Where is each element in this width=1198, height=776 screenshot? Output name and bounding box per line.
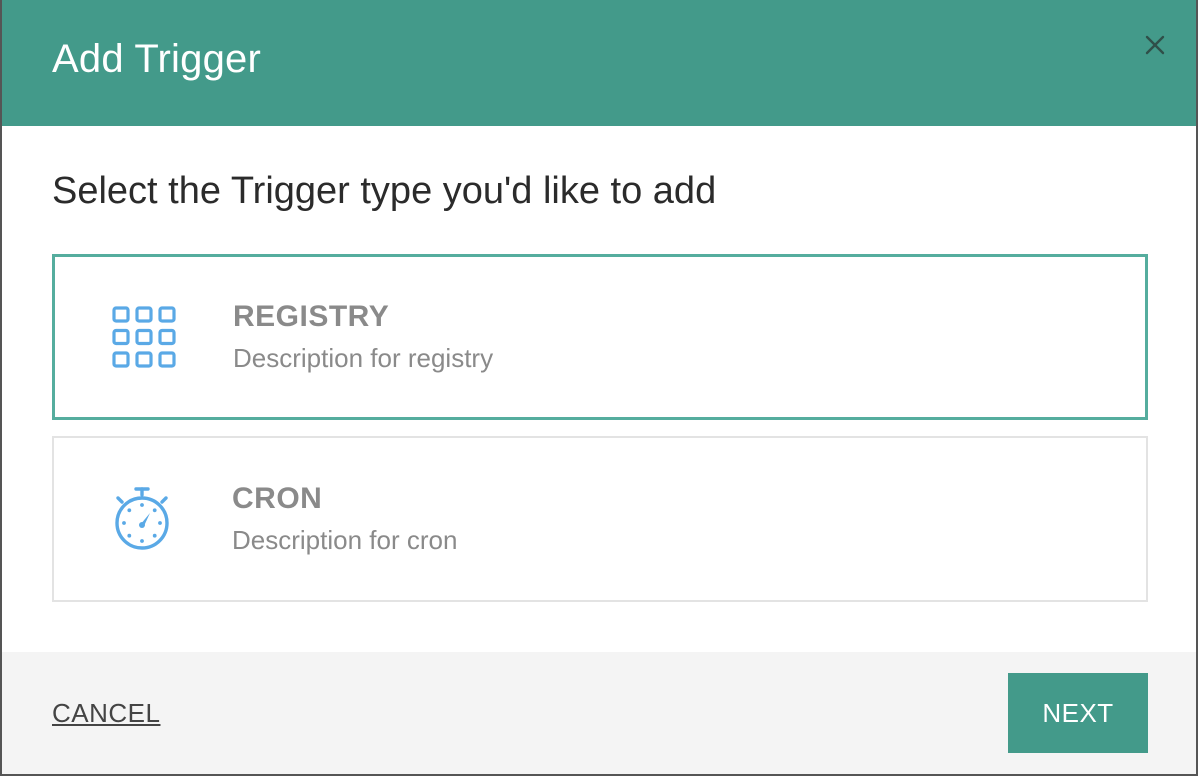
trigger-type-list: REGISTRY Description for registry CRON D… (52, 254, 1148, 602)
dialog-header: Add Trigger (2, 0, 1196, 126)
option-description: Description for registry (233, 343, 494, 373)
dialog-prompt: Select the Trigger type you'd like to ad… (52, 170, 717, 212)
trigger-option-registry[interactable]: REGISTRY Description for registry (52, 254, 1148, 420)
dialog-body: Select the Trigger type you'd like to ad… (2, 126, 1196, 652)
close-icon (1145, 35, 1165, 55)
option-text: REGISTRY Description for registry (233, 298, 493, 376)
option-name: REGISTRY (233, 300, 390, 333)
add-trigger-dialog: Add Trigger Select the Trigger type you'… (0, 0, 1198, 776)
next-button[interactable]: NEXT (1008, 673, 1148, 753)
option-name: CRON (232, 482, 323, 515)
option-description: Description for cron (232, 525, 458, 555)
cancel-button[interactable]: CANCEL (52, 698, 160, 729)
grid-icon (55, 306, 233, 368)
stopwatch-icon (54, 486, 232, 552)
close-button[interactable] (1140, 30, 1170, 60)
trigger-option-cron[interactable]: CRON Description for cron (52, 436, 1148, 602)
option-text: CRON Description for cron (232, 480, 457, 558)
dialog-footer: CANCEL NEXT (2, 652, 1196, 774)
dialog-title: Add Trigger (52, 36, 261, 81)
